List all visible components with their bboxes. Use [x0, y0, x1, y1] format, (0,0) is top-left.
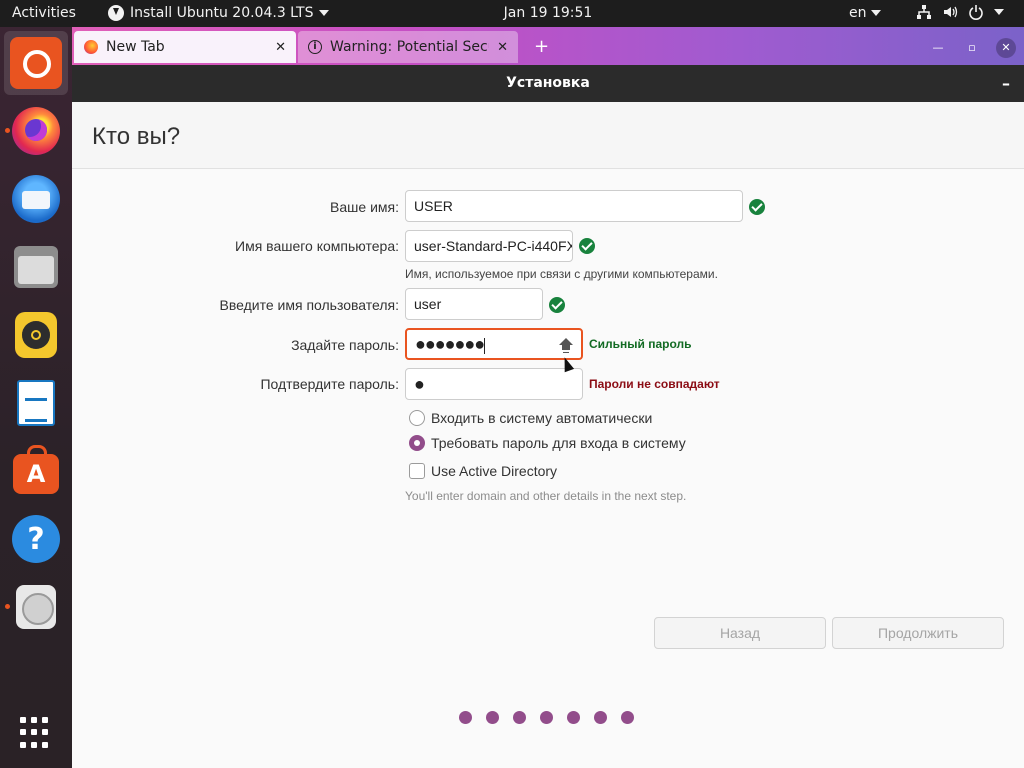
computer-name-field[interactable]: user-Standard-PC-i440FX-PIIX-1996: [405, 230, 573, 262]
progress-dot: [459, 711, 472, 724]
require-password-option[interactable]: Требовать пароль для входа в систему: [409, 435, 686, 451]
network-icon: [917, 5, 931, 19]
dock: ?: [0, 27, 72, 768]
password-mismatch-error: Пароли не совпадают: [589, 377, 720, 391]
installer-window: Установка – Кто вы? Ваше имя: USER Имя в…: [72, 65, 1024, 768]
name-label: Ваше имя:: [330, 199, 399, 215]
dock-item-thunderbird[interactable]: [4, 167, 68, 231]
check-icon: [749, 199, 765, 215]
ubuntu-software-icon: [13, 445, 59, 494]
files-icon: [14, 246, 58, 288]
thunderbird-icon: [12, 175, 60, 223]
active-directory-checkbox[interactable]: [409, 463, 425, 479]
installer-app-icon: [108, 5, 124, 21]
rhythmbox-icon: [15, 312, 57, 358]
top-bar: Activities Install Ubuntu 20.04.3 LTS Ja…: [0, 0, 1024, 27]
system-tray[interactable]: [916, 4, 1004, 20]
confirm-password-label: Подтвердите пароль:: [260, 376, 399, 392]
progress-dot: [567, 711, 580, 724]
maximize-icon[interactable]: ▫: [962, 38, 982, 58]
confirm-password-field[interactable]: ●: [405, 368, 583, 400]
info-icon: i: [308, 40, 322, 54]
require-password-label: Требовать пароль для входа в систему: [431, 435, 686, 451]
tab-label: Warning: Potential Security Risk Ahead: [330, 39, 489, 55]
dock-item-software[interactable]: [4, 439, 68, 503]
power-icon: [969, 5, 983, 20]
firefox-icon: [12, 107, 60, 155]
check-icon: [579, 238, 595, 254]
progress-dot: [540, 711, 553, 724]
username-field[interactable]: user: [405, 288, 543, 320]
active-directory-hint: You'll enter domain and other details in…: [405, 489, 687, 503]
check-icon: [549, 297, 565, 313]
continue-button[interactable]: Продолжить: [832, 617, 1004, 649]
app-grid-icon: [20, 717, 52, 749]
confirm-dots: ●: [414, 374, 425, 394]
page-title: Кто вы?: [92, 123, 181, 150]
dock-item-disks[interactable]: [4, 575, 68, 639]
computer-name-label: Имя вашего компьютера:: [235, 238, 399, 254]
minimize-icon[interactable]: –: [1002, 65, 1010, 102]
browser-tab-strip: New Tab ✕ i Warning: Potential Security …: [72, 27, 1024, 65]
tab-new-tab[interactable]: New Tab ✕: [74, 31, 296, 63]
installer-titlebar: Установка –: [72, 65, 1024, 102]
install-progress-dots: [459, 711, 634, 724]
progress-dot: [621, 711, 634, 724]
computer-name-hint: Имя, используемое при связи с другими ко…: [405, 267, 718, 281]
chevron-down-icon: [994, 9, 1004, 15]
name-field[interactable]: USER: [405, 190, 743, 222]
close-window-icon[interactable]: ✕: [996, 38, 1016, 58]
ubuntu-installer-icon: [10, 37, 62, 89]
activities-button[interactable]: Activities: [12, 5, 76, 21]
active-directory-label: Use Active Directory: [431, 463, 558, 479]
back-button[interactable]: Назад: [654, 617, 826, 649]
app-menu[interactable]: Install Ubuntu 20.04.3 LTS: [108, 5, 330, 21]
volume-icon: [944, 6, 958, 18]
page-header: Кто вы?: [72, 102, 1024, 169]
require-password-radio[interactable]: [409, 435, 425, 451]
close-tab-icon[interactable]: ✕: [497, 40, 508, 55]
dock-item-help[interactable]: ?: [4, 507, 68, 571]
caps-lock-icon: [559, 338, 573, 352]
dock-item-files[interactable]: [4, 235, 68, 299]
password-strength-label: Сильный пароль: [589, 337, 692, 351]
auto-login-radio[interactable]: [409, 410, 425, 426]
dock-item-rhythmbox[interactable]: [4, 303, 68, 367]
username-label: Введите имя пользователя:: [219, 297, 399, 313]
text-caret: [484, 338, 486, 355]
progress-dot: [513, 711, 526, 724]
password-label: Задайте пароль:: [291, 337, 399, 353]
firefox-favicon-icon: [84, 40, 98, 54]
dock-item-firefox[interactable]: [4, 99, 68, 163]
dock-item-installer[interactable]: [4, 31, 68, 95]
help-icon: ?: [12, 515, 60, 563]
password-dots: ●●●●●●●: [415, 334, 485, 354]
language-indicator[interactable]: en: [849, 5, 881, 21]
running-indicator: [5, 604, 10, 609]
language-label: en: [849, 5, 867, 21]
password-field[interactable]: ●●●●●●●: [405, 328, 583, 360]
chevron-down-icon: [870, 10, 881, 16]
auto-login-option[interactable]: Входить в систему автоматически: [409, 410, 652, 426]
new-tab-button[interactable]: +: [534, 36, 549, 57]
tab-security-warning[interactable]: i Warning: Potential Security Risk Ahead…: [298, 31, 518, 63]
show-applications-button[interactable]: [4, 701, 68, 765]
active-directory-option[interactable]: Use Active Directory: [409, 463, 557, 479]
close-tab-icon[interactable]: ✕: [275, 40, 286, 55]
minimize-icon[interactable]: —: [928, 38, 948, 58]
libreoffice-writer-icon: [17, 380, 55, 426]
app-menu-label: Install Ubuntu 20.04.3 LTS: [130, 5, 314, 21]
chevron-down-icon: [319, 10, 330, 16]
dock-item-writer[interactable]: [4, 371, 68, 435]
progress-dot: [486, 711, 499, 724]
disk-icon: [16, 585, 56, 629]
tab-label: New Tab: [106, 39, 165, 55]
progress-dot: [594, 711, 607, 724]
clock[interactable]: Jan 19 19:51: [504, 5, 593, 21]
window-title: Установка: [506, 75, 590, 91]
auto-login-label: Входить в систему автоматически: [431, 410, 653, 426]
